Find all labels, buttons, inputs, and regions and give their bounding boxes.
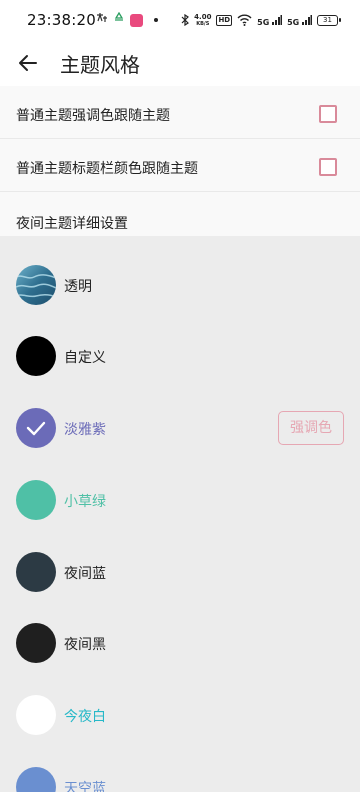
theme-name: 小草绿	[64, 494, 106, 510]
theme-swatch	[16, 767, 56, 792]
theme-name: 透明	[64, 279, 92, 295]
battery-icon: 31	[317, 15, 341, 26]
theme-name: 夜间黑	[64, 637, 106, 653]
network-speed: 4.00 KB/S	[194, 12, 212, 27]
setting-label: 夜间主题详细设置	[16, 216, 128, 232]
recycle-icon	[113, 11, 125, 28]
settings-list: 普通主题强调色跟随主题 普通主题标题栏颜色跟随主题 夜间主题详细设置	[0, 86, 360, 236]
setting-night-theme-details[interactable]: 夜间主题详细设置	[0, 192, 360, 236]
setting-accent-follow-theme[interactable]: 普通主题强调色跟随主题	[0, 86, 360, 139]
accent-follow-checkbox[interactable]	[319, 105, 337, 123]
page-title: 主题风格	[60, 53, 140, 77]
theme-swatch	[16, 480, 56, 520]
theme-name: 天空蓝	[64, 781, 106, 792]
theme-item-transparent[interactable]: 透明	[0, 257, 360, 313]
signal-sim1-icon: 5G	[257, 14, 283, 27]
bluetooth-icon	[181, 11, 190, 30]
theme-item-custom[interactable]: 自定义	[0, 328, 360, 384]
system-indicators: 4.00 KB/S HD 5G 5G 31	[181, 11, 341, 30]
more-notifications-dot	[154, 18, 158, 22]
theme-name: 淡雅紫	[64, 422, 106, 438]
status-time: 23:38:20	[27, 11, 96, 29]
theme-item-night-black[interactable]: 夜间黑	[0, 615, 360, 671]
theme-swatch	[16, 408, 56, 448]
theme-item-elegant-purple[interactable]: 淡雅紫 强调色	[0, 400, 360, 456]
transparent-swatch-image	[16, 265, 56, 305]
setting-titlebar-follow-theme[interactable]: 普通主题标题栏颜色跟随主题	[0, 139, 360, 192]
setting-label: 普通主题标题栏颜色跟随主题	[16, 161, 198, 177]
app-bar: 主题风格	[0, 40, 360, 86]
accent-color-button[interactable]: 强调色	[278, 411, 344, 445]
theme-item-sky-blue[interactable]: 天空蓝	[0, 759, 360, 792]
hd-voice-icon: HD	[216, 15, 233, 26]
theme-name: 今夜白	[64, 709, 106, 725]
theme-swatch	[16, 336, 56, 376]
titlebar-follow-checkbox[interactable]	[319, 158, 337, 176]
theme-name: 夜间蓝	[64, 566, 106, 582]
signal-sim2-icon: 5G	[287, 14, 312, 27]
theme-swatch	[16, 623, 56, 663]
theme-item-night-blue[interactable]: 夜间蓝	[0, 544, 360, 600]
back-button[interactable]	[14, 49, 42, 77]
translate-icon	[96, 12, 108, 28]
theme-swatch	[16, 552, 56, 592]
theme-name: 自定义	[64, 350, 106, 366]
app-notification-icon	[130, 13, 143, 27]
theme-item-tonight-white[interactable]: 今夜白	[0, 687, 360, 743]
arrow-left-icon	[19, 55, 37, 71]
theme-swatch	[16, 695, 56, 735]
check-icon	[26, 421, 46, 436]
status-bar: 23:38:20 4.00 KB/S HD 5G 5G 31	[0, 0, 360, 40]
notification-icons	[96, 11, 158, 28]
wifi-icon	[237, 11, 252, 30]
theme-item-grass-green[interactable]: 小草绿	[0, 472, 360, 528]
setting-label: 普通主题强调色跟随主题	[16, 108, 170, 124]
